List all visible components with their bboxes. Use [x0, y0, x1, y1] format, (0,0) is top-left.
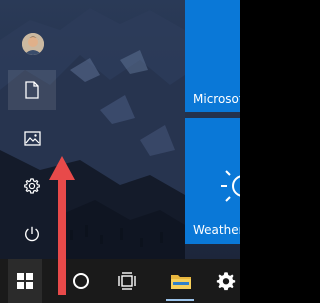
document-icon	[25, 81, 39, 99]
task-view-icon	[118, 272, 136, 290]
gear-icon	[216, 272, 236, 291]
tile-label: Microsof	[193, 92, 240, 106]
windows-logo-icon	[17, 273, 33, 289]
running-app-indicator	[166, 299, 194, 301]
avatar	[22, 33, 44, 55]
weather-tile[interactable]: Weather	[185, 118, 240, 244]
sun-icon	[221, 170, 240, 202]
pictures-icon	[23, 130, 41, 146]
taskbar	[0, 259, 240, 303]
red-arrow-up-icon	[49, 156, 75, 295]
task-view-button[interactable]	[110, 259, 144, 303]
microsoft-tile[interactable]: Microsof	[185, 0, 240, 112]
tile-label: Weather	[193, 223, 240, 237]
start-button[interactable]	[8, 259, 42, 303]
gear-icon	[24, 178, 40, 194]
start-menu: Microsof Weather	[0, 0, 240, 303]
settings-taskbar-button[interactable]	[212, 259, 240, 303]
documents-button[interactable]	[8, 70, 56, 110]
folder-icon	[171, 275, 191, 289]
user-account-button[interactable]	[8, 22, 56, 62]
power-icon	[25, 226, 39, 242]
file-explorer-button[interactable]	[164, 259, 198, 303]
